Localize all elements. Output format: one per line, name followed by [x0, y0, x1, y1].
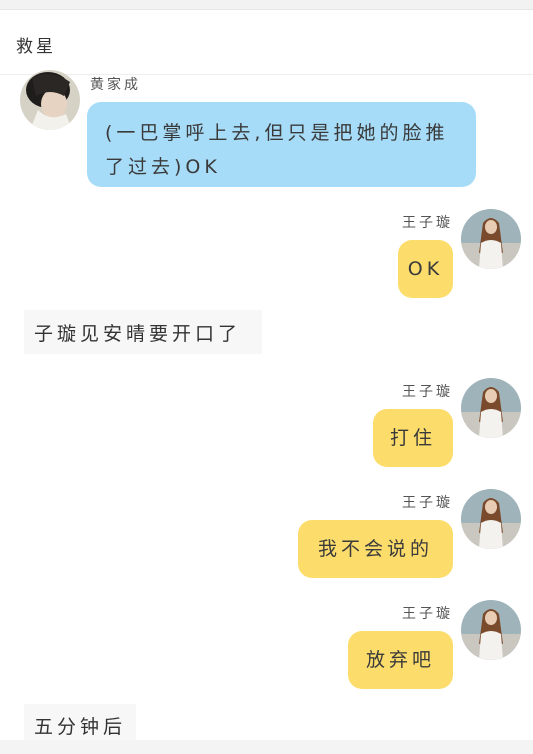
- avatar-wangzixuan[interactable]: [461, 378, 521, 438]
- sender-name: 王子璇: [402, 606, 453, 622]
- sender-name: 王子璇: [402, 215, 453, 231]
- bottom-bar: [0, 740, 533, 754]
- narration-text: 子璇见安晴要开口了: [24, 310, 262, 354]
- avatar-huangjiacheng[interactable]: [20, 70, 80, 130]
- message-bubble[interactable]: (一巴掌呼上去,但只是把她的脸推了过去)OK: [87, 102, 476, 187]
- avatar-wangzixuan[interactable]: [461, 600, 521, 660]
- avatar-wangzixuan[interactable]: [461, 489, 521, 549]
- sender-name: 王子璇: [402, 495, 453, 511]
- sender-name: 王子璇: [402, 384, 453, 400]
- sender-name: 黄家成: [90, 77, 141, 93]
- message-bubble[interactable]: 我不会说的: [298, 520, 453, 578]
- message-bubble[interactable]: 打住: [373, 409, 453, 467]
- top-divider: [0, 0, 533, 10]
- chat-title: 救星: [16, 37, 56, 57]
- message-bubble[interactable]: OK: [398, 240, 453, 298]
- chat-header: 救星: [0, 10, 533, 75]
- message-bubble[interactable]: 放弃吧: [348, 631, 453, 689]
- avatar-wangzixuan[interactable]: [461, 209, 521, 269]
